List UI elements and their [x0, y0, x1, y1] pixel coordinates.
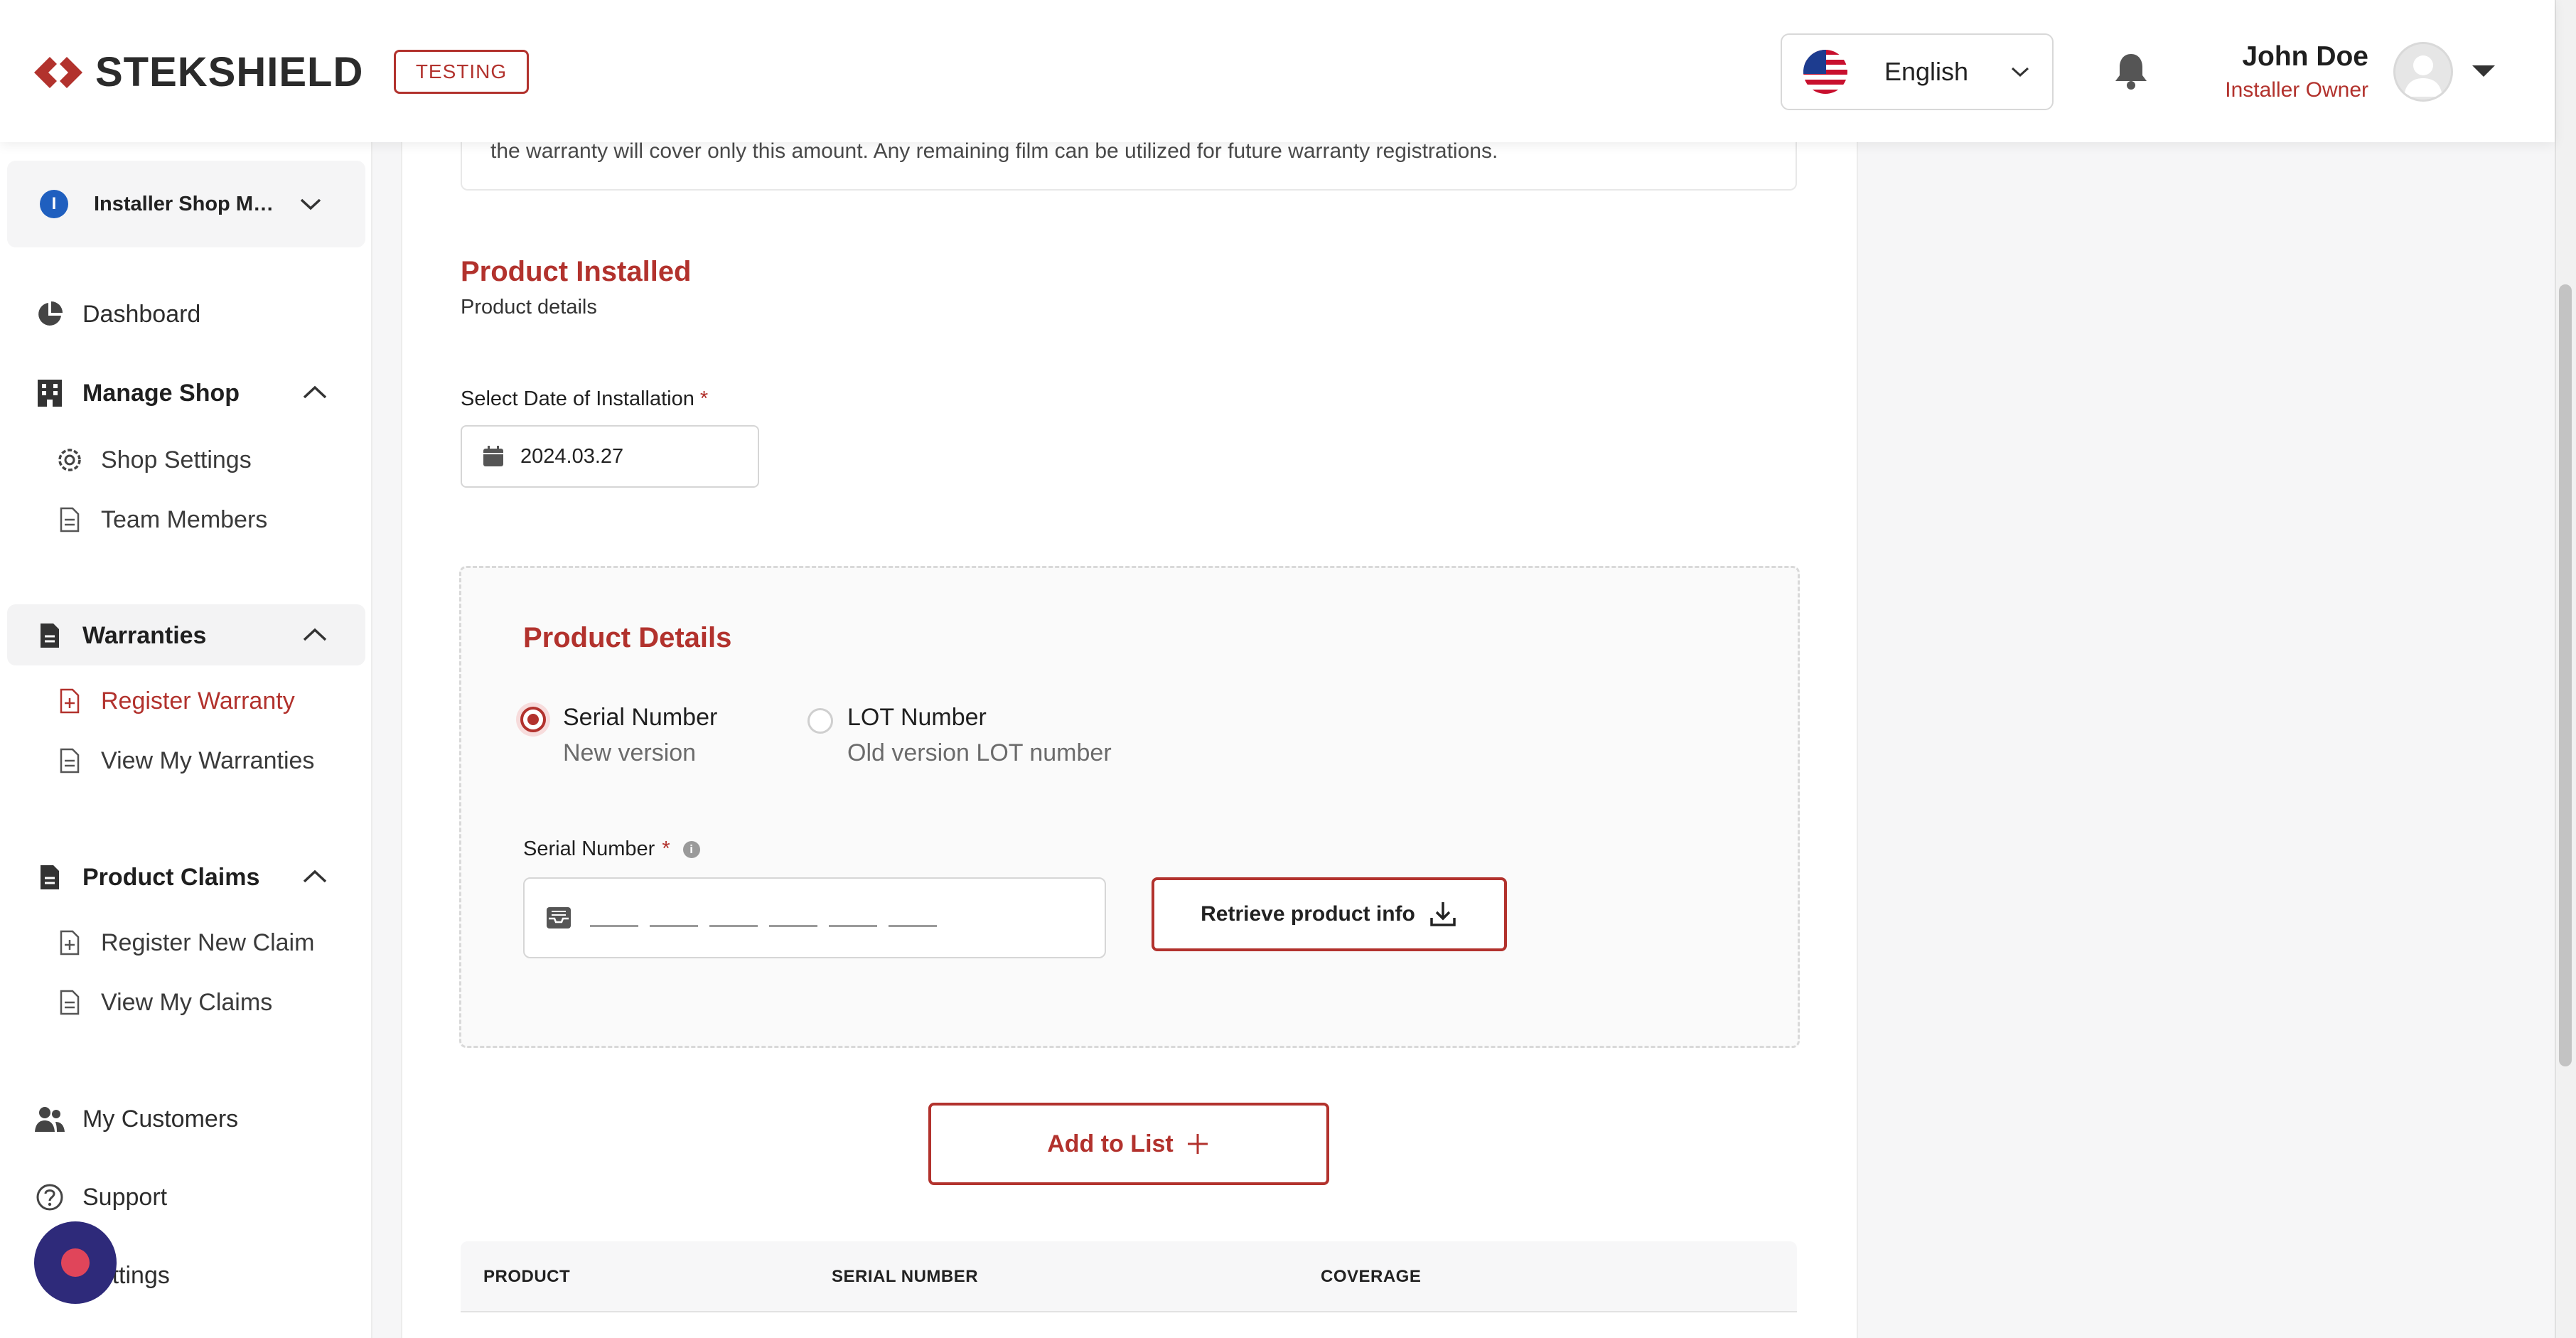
brand-mark-icon — [34, 56, 82, 88]
serial-field-label: Serial Number * i — [523, 837, 700, 861]
sidebar-item-label: Shop Settings — [101, 446, 252, 473]
column-header-product[interactable]: PRODUCT — [483, 1267, 570, 1287]
sidebar-item-label: Team Members — [101, 505, 268, 533]
chevron-down-icon — [300, 198, 321, 210]
sidebar-item-label: Support — [82, 1183, 168, 1211]
column-header-coverage[interactable]: COVERAGE — [1321, 1267, 1421, 1287]
user-role: Installer Owner — [2225, 78, 2368, 102]
date-value: 2024.03.27 — [520, 444, 624, 468]
avatar-person-icon — [2404, 55, 2442, 97]
calendar-icon — [483, 446, 503, 466]
sidebar-item-register-warranty[interactable]: Register Warranty — [55, 687, 295, 715]
retrieve-product-info-button[interactable]: Retrieve product info — [1152, 877, 1507, 951]
sidebar-item-label: Warranties — [82, 621, 207, 649]
chevron-down-icon — [2011, 67, 2029, 77]
sidebar-item-label: Manage Shop — [82, 379, 240, 407]
language-label: English — [1884, 57, 1969, 86]
shop-selector[interactable]: I Installer Shop Main — [7, 161, 365, 247]
notification-bell-icon[interactable] — [2113, 51, 2150, 91]
sidebar-item-view-my-warranties[interactable]: View My Warranties — [55, 746, 314, 775]
sidebar-item-shop-settings[interactable]: Shop Settings — [55, 446, 252, 474]
serial-label-text: Serial Number — [523, 837, 655, 860]
file-plus-icon — [55, 687, 84, 715]
serial-number-radio[interactable] — [520, 707, 546, 732]
brand-name: STEKSHIELD — [95, 49, 364, 95]
product-details-title: Product Details — [523, 622, 732, 653]
sidebar-item-view-my-claims[interactable]: View My Claims — [55, 988, 272, 1017]
retrieve-button-label: Retrieve product info — [1201, 902, 1415, 926]
required-mark: * — [699, 387, 709, 410]
warranty-note-text: the warranty will cover only this amount… — [490, 139, 1498, 163]
users-icon — [34, 1103, 65, 1135]
gear-icon — [55, 446, 84, 474]
column-header-serial-number[interactable]: SERIAL NUMBER — [832, 1267, 978, 1287]
brand-logo[interactable]: STEKSHIELD — [31, 48, 363, 96]
file-icon — [34, 620, 65, 651]
us-flag-icon — [1803, 50, 1847, 94]
lot-number-radio[interactable] — [807, 708, 833, 734]
document-icon — [55, 988, 84, 1017]
environment-badge: TESTING — [394, 50, 529, 94]
shop-initial-badge: I — [40, 190, 68, 218]
sidebar-item-label: Register New Claim — [101, 928, 315, 956]
chevron-up-icon[interactable] — [301, 868, 328, 885]
chevron-up-icon[interactable] — [301, 384, 328, 401]
pie-chart-icon — [34, 299, 65, 330]
sidebar-item-register-new-claim[interactable]: Register New Claim — [55, 928, 314, 957]
serial-number-option-label: Serial Number — [563, 704, 718, 731]
lot-number-option-label: LOT Number — [847, 704, 987, 731]
sidebar-item-label: View My Warranties — [101, 746, 315, 774]
sidebar-item-my-customers[interactable]: My Customers — [34, 1103, 238, 1135]
download-icon — [1430, 902, 1456, 926]
record-dot-icon — [61, 1248, 90, 1277]
inbox-icon — [547, 907, 571, 928]
date-label-text: Select Date of Installation — [461, 387, 694, 410]
sidebar-item-label: View My Claims — [101, 988, 273, 1016]
products-table-header — [461, 1241, 1797, 1312]
sidebar-group-product-claims[interactable]: Product Claims — [34, 862, 259, 893]
plus-icon — [1187, 1134, 1208, 1154]
language-selector[interactable]: English — [1781, 33, 2054, 110]
building-icon — [34, 378, 65, 409]
serial-number-input[interactable] — [523, 877, 1106, 958]
user-avatar[interactable] — [2393, 42, 2453, 102]
sidebar-item-dashboard[interactable]: Dashboard — [34, 299, 200, 330]
sidebar-item-label: My Customers — [82, 1105, 239, 1133]
top-header: STEKSHIELD TESTING English John Doe Inst… — [0, 0, 2555, 142]
chevron-up-icon[interactable] — [301, 626, 328, 643]
sidebar-group-warranties[interactable]: Warranties — [34, 620, 206, 651]
user-menu-caret-icon[interactable] — [2471, 63, 2496, 80]
section-title: Product Installed — [461, 256, 692, 287]
shop-name: Installer Shop Main — [94, 192, 274, 215]
sidebar-item-support[interactable]: Support — [34, 1182, 167, 1213]
date-field-label: Select Date of Installation * — [461, 387, 708, 411]
serial-number-option-sub: New version — [563, 739, 697, 766]
scrollbar-thumb[interactable] — [2559, 284, 2572, 1066]
sidebar-group-manage-shop[interactable]: Manage Shop — [34, 378, 240, 409]
document-icon — [55, 505, 84, 534]
required-mark: * — [662, 837, 670, 860]
lot-number-option-sub: Old version LOT number — [847, 739, 1112, 766]
file-icon — [34, 862, 65, 893]
file-plus-icon — [55, 928, 84, 957]
installation-date-input[interactable]: 2024.03.27 — [461, 425, 759, 488]
document-icon — [55, 746, 84, 775]
sidebar-item-label: Product Claims — [82, 863, 260, 891]
info-icon[interactable]: i — [682, 840, 700, 858]
sidebar-item-label: Register Warranty — [101, 687, 295, 715]
help-circle-icon — [34, 1182, 65, 1213]
sidebar-item-team-members[interactable]: Team Members — [55, 505, 267, 534]
sidebar-item-label: Dashboard — [82, 300, 201, 328]
section-subtitle: Product details — [461, 296, 597, 319]
floating-record-button[interactable] — [34, 1221, 117, 1304]
add-to-list-button[interactable]: Add to List — [928, 1103, 1329, 1185]
serial-mask-slots — [590, 924, 937, 927]
user-name: John Doe — [2242, 41, 2368, 72]
add-button-label: Add to List — [1047, 1130, 1174, 1157]
